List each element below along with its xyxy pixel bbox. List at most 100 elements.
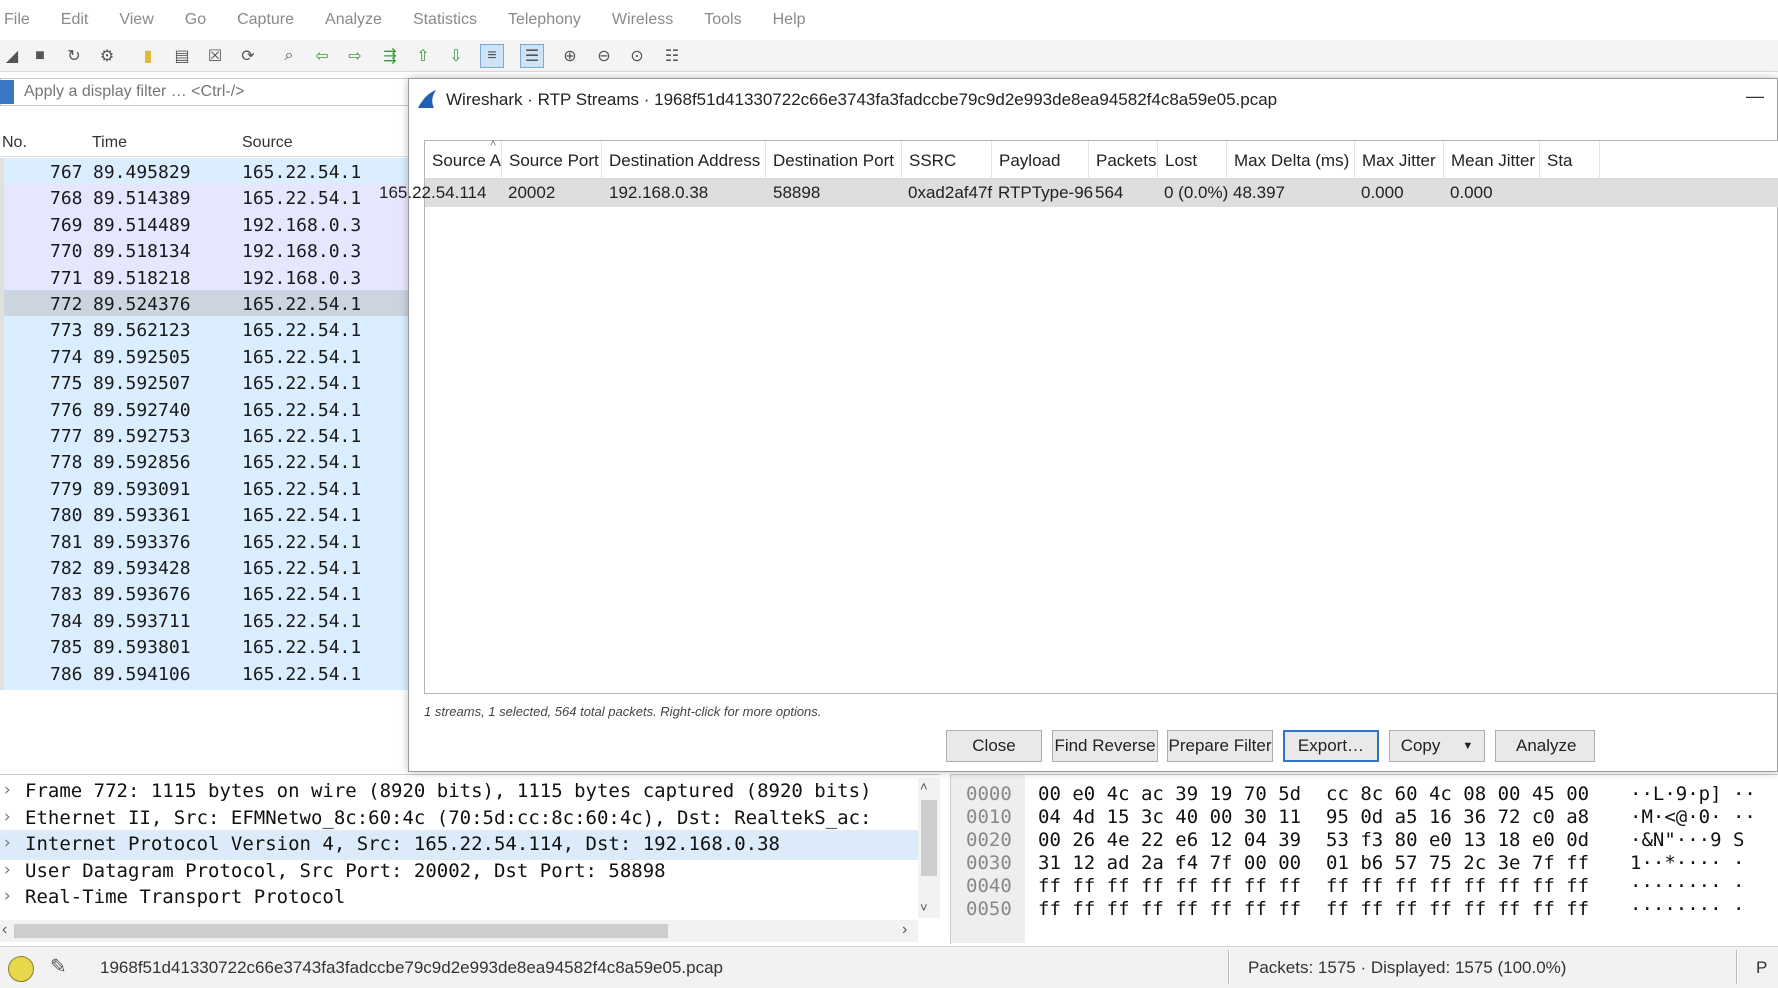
go-forward-icon[interactable]: ⇨	[343, 44, 367, 68]
menu-item-file[interactable]: File	[4, 11, 30, 29]
packet-number: 768	[50, 188, 83, 210]
details-vertical-scroll-thumb[interactable]	[921, 800, 937, 876]
go-back-icon[interactable]: ⇦	[310, 44, 334, 68]
column-header-no[interactable]: No.	[2, 134, 27, 152]
menu-item-tools[interactable]: Tools	[704, 11, 741, 29]
tree-item[interactable]: › Ethernet II, Src: EFMNetwo_8c:60:4c (70…	[0, 804, 918, 834]
hex-bytes[interactable]: ff ff ff ff ff ff ff ff	[1038, 898, 1301, 920]
scroll-right-icon[interactable]: ›	[902, 921, 907, 939]
stop-icon[interactable]: ■	[28, 44, 52, 68]
expand-chevron-icon[interactable]: ›	[2, 780, 12, 800]
column-header-source[interactable]: Source	[242, 134, 293, 152]
hex-bytes[interactable]: 00 e0 4c ac 39 19 70 5d	[1038, 783, 1301, 805]
menu-item-go[interactable]: Go	[185, 11, 206, 29]
tree-item[interactable]: › User Datagram Protocol, Src Port: 20002…	[0, 857, 918, 887]
column-header-lost[interactable]: Lost	[1158, 141, 1227, 179]
open-folder-icon[interactable]: ▮	[136, 44, 160, 68]
hex-bytes[interactable]: 00 26 4e 22 e6 12 04 39	[1038, 829, 1301, 851]
first-packet-icon[interactable]: ⇧	[411, 44, 435, 68]
column-header-ssrc[interactable]: SSRC	[902, 141, 992, 179]
auto-scroll-icon[interactable]: ≡	[480, 44, 504, 68]
hex-bytes[interactable]: 04 4d 15 3c 40 00 30 11	[1038, 806, 1301, 828]
normal-size-icon[interactable]: ⊙	[625, 44, 649, 68]
hex-bytes[interactable]: ff ff ff ff ff ff ff ff	[1326, 875, 1589, 897]
zoom-out-icon[interactable]: ⊖	[592, 44, 616, 68]
tree-item-label: User Datagram Protocol, Src Port: 20002,…	[25, 859, 666, 882]
hex-ascii[interactable]: ········ ·	[1630, 875, 1744, 897]
menu-item-wireless[interactable]: Wireless	[612, 11, 673, 29]
column-header-sta[interactable]: Sta	[1540, 141, 1600, 179]
column-header-mean-jitter[interactable]: Mean Jitter	[1444, 141, 1540, 179]
last-packet-icon[interactable]: ⇩	[444, 44, 468, 68]
hex-ascii[interactable]: 1··*···· ·	[1630, 852, 1744, 874]
expand-chevron-icon[interactable]: ›	[2, 807, 12, 827]
column-header-max-jitter[interactable]: Max Jitter	[1355, 141, 1444, 179]
hex-ascii[interactable]: ·&N"···9 S	[1630, 829, 1744, 851]
column-header-destination-address[interactable]: Destination Address	[602, 141, 766, 179]
hex-bytes[interactable]: 95 0d a5 16 36 72 c0 a8	[1326, 806, 1589, 828]
close-file-icon[interactable]: ☒	[203, 44, 227, 68]
zoom-in-icon[interactable]: ⊕	[558, 44, 582, 68]
save-file-icon[interactable]: ▤	[170, 44, 194, 68]
column-header-payload[interactable]: Payload	[992, 141, 1089, 179]
hex-ascii[interactable]: ········ ·	[1630, 898, 1744, 920]
hex-ascii[interactable]: ··L·9·p] ··	[1630, 783, 1756, 805]
column-header-max-delta-ms[interactable]: Max Delta (ms)	[1227, 141, 1355, 179]
column-header-label: Max Delta (ms)	[1234, 151, 1350, 170]
menu-item-edit[interactable]: Edit	[61, 11, 89, 29]
menu-item-capture[interactable]: Capture	[237, 11, 294, 29]
close-button[interactable]: Close	[946, 730, 1042, 762]
column-header-time[interactable]: Time	[92, 134, 127, 152]
menu-item-analyze[interactable]: Analyze	[325, 11, 382, 29]
details-horizontal-scroll-thumb[interactable]	[14, 924, 668, 938]
analyze-button[interactable]: Analyze	[1495, 730, 1595, 762]
menu-item-help[interactable]: Help	[773, 11, 806, 29]
scroll-down-icon[interactable]: ˅	[920, 900, 928, 915]
expand-chevron-icon[interactable]: ›	[2, 860, 12, 880]
export-button[interactable]: Export…	[1283, 730, 1379, 762]
hex-bytes[interactable]: 53 f3 80 e0 13 18 e0 0d	[1326, 829, 1589, 851]
capture-comment-icon[interactable]: ✎	[50, 954, 76, 980]
menu-item-view[interactable]: View	[119, 11, 153, 29]
column-header-source-port[interactable]: Source Port	[502, 141, 602, 179]
tree-item[interactable]: › Internet Protocol Version 4, Src: 165.2…	[0, 830, 918, 860]
copy-button[interactable]: Copy ▼	[1389, 730, 1485, 762]
resize-columns-icon[interactable]: ☷	[660, 44, 684, 68]
table-row[interactable]: 165.22.54.114 20002 192.168.0.38 58898 0xad2…	[379, 179, 1778, 207]
hex-bytes[interactable]: 01 b6 57 75 2c 3e 7f ff	[1326, 852, 1589, 874]
tree-item[interactable]: › Real-Time Transport Protocol	[0, 883, 918, 913]
hex-bytes[interactable]: ff ff ff ff ff ff ff ff	[1326, 898, 1589, 920]
scroll-left-icon[interactable]: ‹	[2, 921, 7, 939]
filter-bookmark-icon[interactable]	[0, 80, 14, 104]
packet-time: 89.518134	[93, 241, 191, 263]
prepare-filter-button[interactable]: Prepare Filter	[1167, 730, 1273, 762]
menu-item-statistics[interactable]: Statistics	[413, 11, 477, 29]
go-to-packet-icon[interactable]: ⇶	[378, 44, 402, 68]
display-filter-input[interactable]	[24, 80, 404, 104]
status-profile[interactable]: P	[1756, 958, 1767, 978]
hex-bytes[interactable]: cc 8c 60 4c 08 00 45 00	[1326, 783, 1589, 805]
shark-fin-start-icon[interactable]: ◢	[0, 44, 24, 68]
menu-item-telephony[interactable]: Telephony	[508, 11, 581, 29]
expert-info-icon[interactable]	[8, 956, 34, 982]
table-row[interactable]: 786 89.594106 165.22.54.1	[0, 659, 410, 690]
expand-chevron-icon[interactable]: ›	[2, 833, 12, 853]
colorize-icon[interactable]: ☰	[520, 44, 544, 68]
restart-icon[interactable]: ↻	[62, 44, 86, 68]
hex-bytes[interactable]: 31 12 ad 2a f4 7f 00 00	[1038, 852, 1301, 874]
packet-number: 773	[50, 320, 83, 342]
column-header-packets[interactable]: Packets	[1089, 141, 1158, 179]
hex-ascii[interactable]: ·M·<@·0· ··	[1630, 806, 1756, 828]
find-reverse-button[interactable]: Find Reverse	[1052, 730, 1158, 762]
expand-chevron-icon[interactable]: ›	[2, 886, 12, 906]
reload-icon[interactable]: ⟳	[236, 44, 260, 68]
packet-source: 192.168.0.3	[242, 214, 362, 236]
tree-item[interactable]: › Frame 772: 1115 bytes on wire (8920 bit…	[0, 777, 918, 807]
column-header-destination-port[interactable]: Destination Port	[766, 141, 902, 179]
minimize-icon[interactable]: —	[1746, 86, 1764, 107]
hex-bytes[interactable]: ff ff ff ff ff ff ff ff	[1038, 875, 1301, 897]
find-icon[interactable]: ⌕	[277, 44, 301, 68]
scroll-up-icon[interactable]: ˄	[920, 779, 928, 794]
packet-source: 165.22.54.1	[242, 373, 362, 395]
capture-options-icon[interactable]: ⚙	[95, 44, 119, 68]
